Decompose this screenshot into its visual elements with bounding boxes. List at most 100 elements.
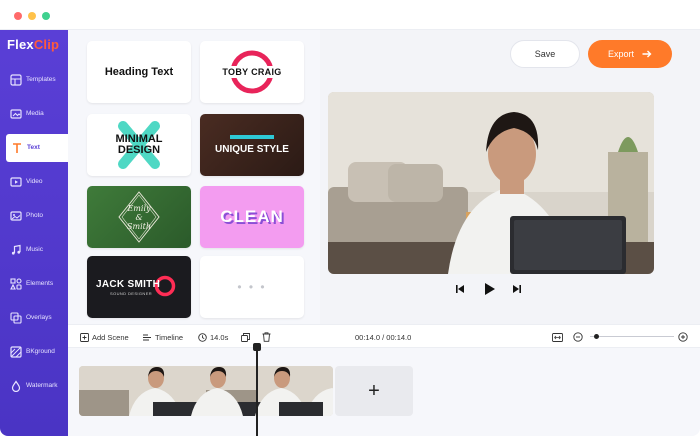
export-button[interactable]: Export	[588, 40, 672, 68]
minimal-text: MINIMAL DESIGN	[87, 114, 191, 176]
sidebar-item-elements[interactable]: Elements	[0, 270, 68, 298]
trash-icon	[262, 332, 271, 342]
sidebar-item-label: Templates	[26, 76, 56, 83]
sidebar-item-label: Overlays	[26, 314, 52, 321]
player-controls	[455, 282, 525, 296]
video-frame-image	[328, 92, 654, 274]
clock-icon	[198, 332, 207, 342]
timeline-icon	[143, 334, 151, 340]
sidebar-item-label: Text	[27, 144, 40, 151]
template-unique-style[interactable]: UNIQUE STYLE	[200, 114, 304, 176]
photo-icon	[10, 211, 22, 221]
template-toby-craig[interactable]: TOBY CRAIG	[200, 41, 304, 103]
skip-forward-icon[interactable]	[512, 284, 522, 294]
minimize-window-dot[interactable]	[28, 12, 36, 20]
overlays-icon	[10, 312, 22, 324]
duplicate-icon	[241, 332, 250, 342]
add-scene-icon	[80, 332, 89, 342]
save-label: Save	[534, 49, 556, 59]
template-heading-text[interactable]: Heading Text	[87, 41, 191, 103]
arrow-right-icon	[642, 50, 652, 58]
sidebar-item-label: Video	[26, 178, 43, 185]
time-readout-label: 00:14.0 / 00:14.0	[355, 332, 412, 342]
sidebar-item-label: BKground	[26, 348, 55, 355]
sidebar-item-label: Photo	[26, 212, 43, 219]
media-icon	[10, 109, 22, 119]
toby-name-label: TOBY CRAIG	[219, 66, 285, 78]
export-label: Export	[607, 49, 634, 59]
templates-icon	[10, 74, 22, 86]
close-window-dot[interactable]	[14, 12, 22, 20]
sidebar-item-label: Music	[26, 246, 43, 253]
playhead-line	[256, 344, 258, 436]
template-minimal-design[interactable]: MINIMAL DESIGN	[87, 114, 191, 176]
emily-amp: &	[135, 212, 143, 222]
emily-text: Emily & Smith	[87, 186, 191, 248]
sidebar-item-music[interactable]: Music	[0, 236, 68, 264]
template-heading-label: Heading Text	[104, 66, 174, 78]
toby-name-wrapper: TOBY CRAIG	[200, 41, 304, 103]
sidebar-item-label: Elements	[26, 280, 54, 287]
sidebar-item-label: Media	[26, 110, 44, 117]
sidebar-item-watermark[interactable]: Watermark	[0, 372, 68, 400]
add-clip-button[interactable]: +	[335, 366, 413, 416]
sidebar-item-video[interactable]: Video	[0, 168, 68, 196]
fit-width-icon	[552, 332, 563, 342]
clip-thumbnails	[79, 366, 333, 416]
fit-timeline-button[interactable]	[552, 331, 563, 343]
time-readout: 00:14.0 / 00:14.0	[355, 331, 411, 343]
sidebar-item-background[interactable]: BKground	[0, 338, 68, 366]
text-icon	[13, 143, 21, 153]
unique-style-label: UNIQUE STYLE	[215, 143, 289, 155]
elements-icon	[10, 278, 22, 290]
watermark-icon	[11, 380, 21, 392]
emily-line1: Emily	[127, 203, 151, 213]
zoom-out-icon	[573, 332, 583, 342]
zoom-slider[interactable]	[590, 331, 674, 343]
jack-name-label: JACK SMITH	[96, 278, 161, 290]
template-clean[interactable]: CLEAN	[200, 186, 304, 248]
sidebar: FlexClip Templates Media Text Video Phot…	[0, 30, 68, 436]
jack-subtitle-label: SOUND DESIGNER	[110, 290, 153, 296]
add-scene-label: Add Scene	[92, 332, 129, 342]
play-icon[interactable]	[484, 282, 496, 296]
sidebar-item-media[interactable]: Media	[0, 100, 68, 128]
sidebar-item-overlays[interactable]: Overlays	[0, 304, 68, 332]
zoom-in-icon	[678, 332, 688, 342]
playhead-handle[interactable]	[253, 343, 261, 351]
music-icon	[11, 244, 21, 255]
app-logo: FlexClip	[7, 37, 60, 52]
delete-button[interactable]	[262, 331, 271, 343]
sidebar-item-text[interactable]: Text	[6, 134, 68, 162]
zoom-slider-track	[590, 336, 674, 337]
zoom-in-button[interactable]	[678, 331, 688, 343]
save-button[interactable]: Save	[510, 40, 580, 68]
zoom-slider-thumb[interactable]	[594, 334, 599, 339]
more-dots: • • •	[237, 280, 267, 294]
minimal-line2: DESIGN	[117, 144, 161, 156]
duration-label: 14.0s	[210, 332, 229, 342]
zoom-out-button[interactable]	[573, 331, 583, 343]
sidebar-item-templates[interactable]: Templates	[0, 66, 68, 94]
title-bar	[0, 0, 700, 30]
add-clip-icon: +	[368, 379, 380, 402]
video-icon	[10, 177, 22, 187]
sidebar-item-photo[interactable]: Photo	[0, 202, 68, 230]
emily-line2: Smith	[127, 221, 151, 231]
template-more[interactable]: • • •	[200, 256, 304, 318]
timeline-toolbar: Add Scene Timeline 14.0s 00:14.0 / 00:14…	[68, 324, 700, 348]
timeline-label: Timeline	[155, 332, 184, 342]
template-jack-smith[interactable]: JACK SMITH SOUND DESIGNER	[87, 256, 191, 318]
video-preview[interactable]	[328, 92, 654, 274]
duration-control[interactable]: 14.0s	[198, 331, 228, 343]
maximize-window-dot[interactable]	[42, 12, 50, 20]
template-emily-smith[interactable]: Emily & Smith	[87, 186, 191, 248]
clean-label: CLEAN	[220, 207, 284, 226]
skip-back-icon[interactable]	[455, 284, 465, 294]
add-scene-button[interactable]: Add Scene	[80, 331, 129, 343]
sidebar-item-label: Watermark	[26, 382, 58, 389]
background-icon	[10, 346, 22, 358]
timeline-button[interactable]: Timeline	[142, 331, 183, 343]
timeline-clip[interactable]	[79, 366, 333, 416]
duplicate-button[interactable]	[241, 331, 250, 343]
